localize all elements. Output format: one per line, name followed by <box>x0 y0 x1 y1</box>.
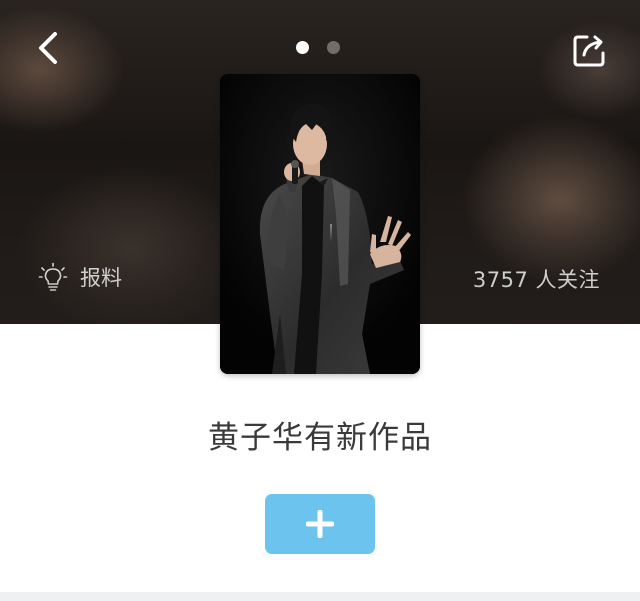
follow-button[interactable] <box>265 494 375 554</box>
back-button[interactable] <box>30 30 66 66</box>
chevron-left-icon <box>39 32 57 64</box>
topic-poster <box>220 74 420 374</box>
share-icon <box>573 35 605 67</box>
plus-icon <box>306 510 334 538</box>
performer-photo <box>220 74 420 374</box>
lightbulb-icon <box>38 262 68 291</box>
share-button[interactable] <box>570 30 610 70</box>
page-dot <box>327 41 340 54</box>
bottom-divider <box>0 592 640 601</box>
page-dot-active <box>296 41 309 54</box>
page-indicator <box>296 41 340 54</box>
tip-label: 报料 <box>80 266 122 290</box>
topic-title: 黄子华有新作品 <box>208 420 432 456</box>
tip-button[interactable]: 报料 <box>38 262 122 292</box>
follower-count: 3757 人关注 <box>472 268 600 292</box>
